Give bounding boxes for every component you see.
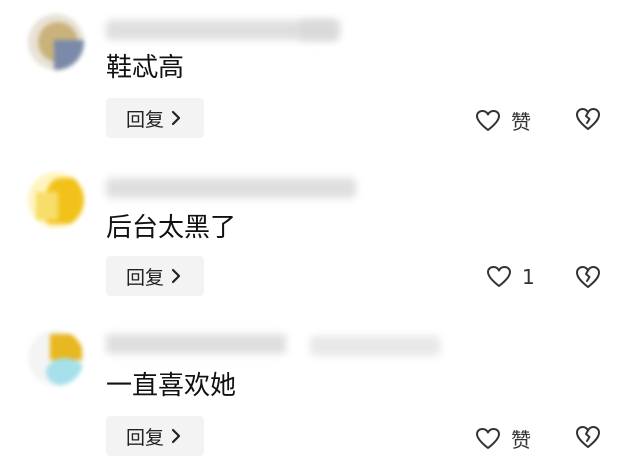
like-label: 赞: [511, 428, 531, 452]
reply-button[interactable]: 回复: [106, 256, 204, 296]
like-label: 赞: [511, 110, 531, 134]
like-count: 1: [522, 265, 535, 289]
heart-outline-icon: [486, 265, 512, 289]
heart-outline-icon: [475, 427, 501, 451]
chevron-right-icon: [168, 266, 184, 286]
username-blurred-extra: [310, 336, 440, 356]
comment-text: 后台太黑了: [106, 213, 237, 243]
chevron-right-icon: [168, 426, 184, 446]
comment-text: 鞋忒高: [106, 53, 185, 83]
like-button[interactable]: 1: [486, 265, 535, 289]
username-blurred[interactable]: [106, 178, 356, 198]
avatar[interactable]: [28, 14, 84, 70]
comment-text: 一直喜欢她: [106, 371, 237, 401]
broken-heart-icon[interactable]: [574, 424, 602, 454]
reply-label: 回复: [125, 108, 164, 131]
username-blurred-extra: [300, 20, 340, 40]
broken-heart-icon[interactable]: [574, 106, 602, 136]
reply-label: 回复: [125, 266, 164, 289]
like-button[interactable]: 赞: [475, 106, 531, 135]
broken-heart-icon[interactable]: [574, 264, 602, 294]
comment-item: 鞋忒高 回复 赞: [0, 0, 640, 158]
chevron-right-icon: [168, 108, 184, 128]
heart-outline-icon: [475, 109, 501, 133]
comment-item: 后台太黑了 回复 1: [0, 158, 640, 316]
avatar[interactable]: [28, 172, 84, 228]
like-button[interactable]: 赞: [475, 424, 531, 453]
reply-label: 回复: [125, 426, 164, 449]
username-blurred[interactable]: [106, 334, 286, 354]
reply-button[interactable]: 回复: [106, 416, 204, 456]
comment-item: 一直喜欢她 回复 赞: [0, 316, 640, 474]
reply-button[interactable]: 回复: [106, 98, 204, 138]
avatar[interactable]: [28, 330, 84, 386]
